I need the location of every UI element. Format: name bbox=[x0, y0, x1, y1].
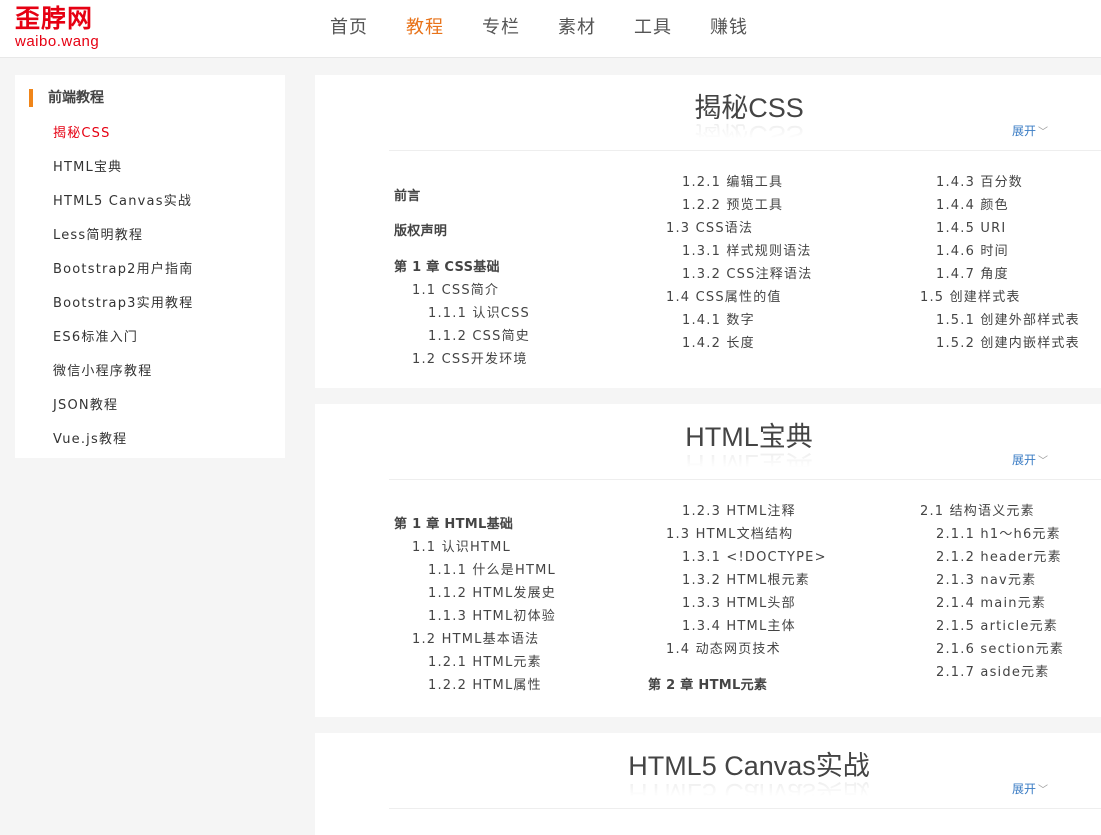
toc-item[interactable]: 1.3.3 HTML头部 bbox=[682, 592, 827, 615]
divider bbox=[389, 150, 1101, 151]
course-card-html5-canvas: HTML5 Canvas实战 HTML5 Canvas实战 展开 ﹀ bbox=[315, 733, 1101, 835]
sidebar-item-vuejs[interactable]: Vue.js教程 bbox=[53, 430, 193, 464]
divider bbox=[389, 479, 1101, 480]
expand-label: 展开 bbox=[1012, 453, 1037, 467]
toc-item[interactable]: 1.1.3 HTML初体验 bbox=[428, 605, 556, 628]
logo-text-cn: 歪脖网 bbox=[15, 4, 94, 33]
expand-label: 展开 bbox=[1012, 782, 1037, 796]
course-card-html: HTML宝典 HTML宝典 展开 ﹀ 第 1 章 HTML基础 1.1 认识HTM… bbox=[315, 404, 1101, 717]
site-logo[interactable]: 歪脖网 waibo.wang bbox=[15, 4, 99, 50]
toc-item[interactable]: 前言 bbox=[394, 185, 530, 208]
card-title: HTML5 Canvas实战 bbox=[628, 751, 870, 781]
toc-item[interactable]: 2.1.1 h1～h6元素 bbox=[936, 523, 1064, 546]
toc-item[interactable]: 1.4.1 数字 bbox=[682, 309, 812, 332]
toc-item[interactable]: 1.1.2 HTML发展史 bbox=[428, 582, 556, 605]
toc-item[interactable]: 1.4.7 角度 bbox=[936, 263, 1080, 286]
toc-item[interactable]: 1.2.2 预览工具 bbox=[682, 194, 812, 217]
card-title: HTML宝典 bbox=[685, 422, 813, 452]
nav-columns[interactable]: 专栏 bbox=[482, 16, 520, 40]
toc-item[interactable]: 版权声明 bbox=[394, 220, 530, 243]
toc-item[interactable]: 1.4.4 颜色 bbox=[936, 194, 1080, 217]
toc-item[interactable]: 1.1 CSS简介 bbox=[412, 279, 530, 302]
toc-item[interactable]: 1.3.2 CSS注释语法 bbox=[682, 263, 812, 286]
toc-item[interactable]: 1.2.3 HTML注释 bbox=[682, 500, 827, 523]
toc-item[interactable]: 1.3 CSS语法 bbox=[666, 217, 812, 240]
toc-column-1: 前言 版权声明 第 1 章 CSS基础 1.1 CSS简介 1.1.1 认识CS… bbox=[394, 185, 530, 371]
toc-item[interactable]: 1.4.2 长度 bbox=[682, 332, 812, 355]
chevron-down-icon: ﹀ bbox=[1038, 456, 1049, 467]
sidebar-item-bootstrap3[interactable]: Bootstrap3实用教程 bbox=[53, 294, 193, 328]
sidebar-item-es6[interactable]: ES6标准入门 bbox=[53, 328, 193, 362]
toc-item[interactable]: 第 2 章 HTML元素 bbox=[648, 674, 827, 697]
chevron-down-icon: ﹀ bbox=[1038, 785, 1049, 796]
toc-item[interactable]: 1.2 HTML基本语法 bbox=[412, 628, 556, 651]
toc-item[interactable]: 1.3.1 <!DOCTYPE> bbox=[682, 546, 827, 569]
sidebar-item-wechat-miniprogram[interactable]: 微信小程序教程 bbox=[53, 362, 193, 396]
toc-item[interactable]: 2.1.7 aside元素 bbox=[936, 661, 1064, 684]
toc-item[interactable]: 2.1.5 article元素 bbox=[936, 615, 1064, 638]
course-card-css: 揭秘CSS 揭秘CSS 展开 ﹀ 前言 版权声明 第 1 章 CSS基础 1.1 … bbox=[315, 75, 1101, 388]
toc-column-2: 1.2.1 编辑工具 1.2.2 预览工具 1.3 CSS语法 1.3.1 样式… bbox=[666, 171, 812, 355]
toc-item[interactable]: 第 1 章 HTML基础 bbox=[394, 513, 556, 536]
toc-item[interactable]: 1.4 CSS属性的值 bbox=[666, 286, 812, 309]
expand-label: 展开 bbox=[1012, 124, 1037, 138]
toc-item[interactable]: 1.3.1 样式规则语法 bbox=[682, 240, 812, 263]
expand-toggle[interactable]: 展开 ﹀ bbox=[1012, 123, 1048, 141]
sidebar-item-css-secrets[interactable]: 揭秘CSS bbox=[53, 124, 193, 158]
toc-item[interactable]: 1.2 CSS开发环境 bbox=[412, 348, 530, 371]
expand-toggle[interactable]: 展开 ﹀ bbox=[1012, 781, 1048, 799]
toc-item[interactable]: 2.1 结构语义元素 bbox=[920, 500, 1064, 523]
chevron-down-icon: ﹀ bbox=[1038, 127, 1049, 138]
toc-item[interactable]: 1.4.3 百分数 bbox=[936, 171, 1080, 194]
toc-item[interactable]: 1.4.6 时间 bbox=[936, 240, 1080, 263]
toc-item[interactable]: 1.1 认识HTML bbox=[412, 536, 556, 559]
toc-item[interactable]: 2.1.3 nav元素 bbox=[936, 569, 1064, 592]
sidebar-item-json[interactable]: JSON教程 bbox=[53, 396, 193, 430]
toc-item[interactable]: 1.4 动态网页技术 bbox=[666, 638, 827, 661]
toc-item[interactable]: 2.1.4 main元素 bbox=[936, 592, 1064, 615]
nav-home[interactable]: 首页 bbox=[330, 16, 368, 40]
toc-item[interactable]: 1.2.1 编辑工具 bbox=[682, 171, 812, 194]
card-title: 揭秘CSS bbox=[694, 93, 804, 123]
sidebar-list: 揭秘CSS HTML宝典 HTML5 Canvas实战 Less简明教程 Boo… bbox=[53, 124, 193, 464]
nav-earn-money[interactable]: 赚钱 bbox=[710, 16, 748, 40]
sidebar-title: 前端教程 bbox=[29, 89, 104, 107]
toc-column-3: 1.4.3 百分数 1.4.4 颜色 1.4.5 URI 1.4.6 时间 1.… bbox=[920, 171, 1080, 355]
toc-item[interactable]: 2.1.2 header元素 bbox=[936, 546, 1064, 569]
toc-column-2: 1.2.3 HTML注释 1.3 HTML文档结构 1.3.1 <!DOCTYP… bbox=[648, 500, 827, 697]
toc-item[interactable]: 1.5.2 创建内嵌样式表 bbox=[936, 332, 1080, 355]
nav-tools[interactable]: 工具 bbox=[634, 16, 672, 40]
sidebar-item-html5-canvas[interactable]: HTML5 Canvas实战 bbox=[53, 192, 193, 226]
site-header: 歪脖网 waibo.wang 首页 教程 专栏 素材 工具 赚钱 bbox=[0, 0, 1101, 58]
sidebar-item-bootstrap2[interactable]: Bootstrap2用户指南 bbox=[53, 260, 193, 294]
sidebar: 前端教程 揭秘CSS HTML宝典 HTML5 Canvas实战 Less简明教… bbox=[15, 75, 285, 458]
toc-item[interactable]: 1.3.2 HTML根元素 bbox=[682, 569, 827, 592]
main-nav: 首页 教程 专栏 素材 工具 赚钱 bbox=[330, 16, 786, 40]
toc-item[interactable]: 1.3.4 HTML主体 bbox=[682, 615, 827, 638]
toc-item[interactable]: 1.5.1 创建外部样式表 bbox=[936, 309, 1080, 332]
toc-item[interactable]: 1.1.1 认识CSS bbox=[428, 302, 530, 325]
toc-item[interactable]: 1.3 HTML文档结构 bbox=[666, 523, 827, 546]
nav-materials[interactable]: 素材 bbox=[558, 16, 596, 40]
nav-tutorials[interactable]: 教程 bbox=[406, 16, 444, 40]
toc-item[interactable]: 1.1.1 什么是HTML bbox=[428, 559, 556, 582]
toc-item[interactable]: 1.1.2 CSS简史 bbox=[428, 325, 530, 348]
sidebar-item-less[interactable]: Less简明教程 bbox=[53, 226, 193, 260]
expand-toggle[interactable]: 展开 ﹀ bbox=[1012, 452, 1048, 470]
logo-text-en: waibo.wang bbox=[15, 33, 100, 50]
toc-item[interactable]: 1.2.2 HTML属性 bbox=[428, 674, 556, 697]
sidebar-item-html-bible[interactable]: HTML宝典 bbox=[53, 158, 193, 192]
toc-item[interactable]: 1.4.5 URI bbox=[936, 217, 1080, 240]
toc-item[interactable]: 1.5 创建样式表 bbox=[920, 286, 1080, 309]
toc-item[interactable]: 2.1.6 section元素 bbox=[936, 638, 1064, 661]
toc-item[interactable]: 第 1 章 CSS基础 bbox=[394, 256, 530, 279]
divider bbox=[389, 808, 1101, 809]
toc-column-1: 第 1 章 HTML基础 1.1 认识HTML 1.1.1 什么是HTML 1.… bbox=[394, 513, 556, 697]
toc-column-3: 2.1 结构语义元素 2.1.1 h1～h6元素 2.1.2 header元素 … bbox=[920, 500, 1064, 684]
toc-item[interactable]: 1.2.1 HTML元素 bbox=[428, 651, 556, 674]
